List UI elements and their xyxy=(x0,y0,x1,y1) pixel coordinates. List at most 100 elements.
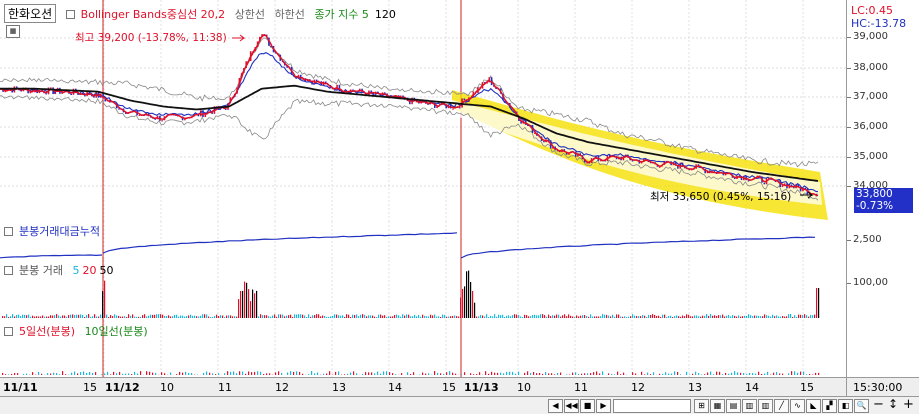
volume-bar xyxy=(368,315,369,318)
zoom-tool-icon[interactable]: ⊞ xyxy=(694,399,709,413)
bar-tool-icon[interactable]: ▥ xyxy=(758,399,773,413)
area-tool-icon[interactable]: ◣ xyxy=(806,399,821,413)
ma5-label[interactable]: 5일선(분봉) xyxy=(19,325,75,338)
volume-bar xyxy=(136,317,137,318)
ma-bar xyxy=(545,372,546,375)
ma-bar xyxy=(794,371,795,375)
ma-bar xyxy=(800,372,801,375)
ma-bar xyxy=(65,374,66,375)
volume-bar xyxy=(306,317,307,318)
ma-bar xyxy=(752,373,753,375)
volume-bar xyxy=(474,303,475,318)
volume-bar xyxy=(468,271,469,318)
ma-bar xyxy=(701,374,702,375)
ma-bar xyxy=(575,372,576,375)
candle xyxy=(764,183,766,185)
ma-bar xyxy=(257,371,258,375)
checkbox-icon[interactable] xyxy=(66,10,75,19)
volume-bar xyxy=(788,314,789,318)
volume-bar xyxy=(296,315,297,319)
zoom-in-icon[interactable]: + xyxy=(903,397,914,412)
candle xyxy=(161,120,163,121)
volume-bar xyxy=(48,317,49,319)
checkbox-icon[interactable] xyxy=(4,227,13,236)
bb-lower-label[interactable]: 하한선 xyxy=(275,8,305,21)
layout-tool-icon[interactable]: ▤ xyxy=(726,399,741,413)
reset-zoom-icon[interactable]: ↕ xyxy=(888,397,898,411)
volume-p3[interactable]: 50 xyxy=(99,264,113,277)
volume-bar xyxy=(214,316,215,318)
close-index-value[interactable]: 120 xyxy=(375,8,396,21)
x-label: 11/11 xyxy=(3,381,38,394)
volume-bar xyxy=(238,299,239,318)
ma-bar xyxy=(227,371,228,375)
volume-bar xyxy=(266,315,267,318)
ma10-label[interactable]: 10일선(분봉) xyxy=(85,325,148,338)
bb-upper-label[interactable]: 상한선 xyxy=(235,8,265,21)
candle xyxy=(659,167,661,168)
grid-icon[interactable]: ▦ xyxy=(6,25,20,38)
chart-toolbar: ◀ ◀◀ ■ ▶ ⊞ ▦ ▤ ▥ ▥ ╱ ∿ ◣ ▞ ◧ 🔍 − ↕ + xyxy=(0,396,919,414)
ma-bar xyxy=(296,371,297,375)
volume-bar xyxy=(232,316,233,318)
magnifier-icon[interactable]: 🔍 xyxy=(854,399,869,413)
volume-bar xyxy=(668,316,669,318)
ma-panel[interactable]: 5일선(분봉) 10일선(분봉) xyxy=(0,320,846,378)
price-chart-panel[interactable]: 한화오션 Bollinger Bands중심선 20,2 상한선 하한선 종가 … xyxy=(0,0,846,222)
ma-bar xyxy=(692,374,693,375)
volume-bar xyxy=(288,315,289,318)
ma-bar xyxy=(110,374,111,375)
x-label: 13 xyxy=(332,381,346,394)
volume-bar xyxy=(140,317,141,318)
volume-bar xyxy=(434,315,435,319)
volume-bar xyxy=(598,317,599,319)
bb-center-label[interactable]: Bollinger Bands중심선 20,2 xyxy=(81,8,226,21)
volume-bar xyxy=(514,314,515,318)
checkbox-icon[interactable] xyxy=(4,266,13,275)
time-readout: 15:30:00 xyxy=(853,381,902,394)
volume-bar xyxy=(328,317,329,318)
checkbox-icon[interactable] xyxy=(4,327,13,336)
ma-bar xyxy=(500,373,501,375)
cumulative-panel[interactable]: 분봉거래대금누적 xyxy=(0,221,846,261)
volume-panel[interactable]: 분봉 거래 52050 xyxy=(0,260,846,321)
scroll-left-icon[interactable]: ◀ xyxy=(548,399,563,413)
volume-p1[interactable]: 5 xyxy=(72,264,79,277)
volume-bar xyxy=(318,314,319,318)
volume-bar xyxy=(90,317,91,318)
ma-bar xyxy=(203,373,204,375)
play-icon[interactable]: ▶ xyxy=(596,399,611,413)
volume-bar xyxy=(776,315,777,318)
scroll-track[interactable] xyxy=(613,399,691,413)
volume-bar xyxy=(664,315,665,318)
volume-bar xyxy=(286,316,287,318)
stock-title[interactable]: 한화오션 xyxy=(4,4,56,23)
zoom-out-icon[interactable]: − xyxy=(873,397,884,412)
wave-tool-icon[interactable]: ∿ xyxy=(790,399,805,413)
volume-chart xyxy=(0,260,846,320)
scale-tool-icon[interactable]: ◧ xyxy=(838,399,853,413)
cumulative-title[interactable]: 분봉거래대금누적 xyxy=(19,225,100,238)
stop-icon[interactable]: ■ xyxy=(580,399,595,413)
ma-bar xyxy=(188,373,189,375)
volume-bar xyxy=(742,316,743,318)
volume-bar xyxy=(160,314,161,318)
volume-p2[interactable]: 20 xyxy=(82,264,96,277)
volume-title[interactable]: 분봉 거래 xyxy=(19,264,63,277)
volume-bar xyxy=(444,315,445,318)
volume-bar xyxy=(608,316,609,318)
volume-bar xyxy=(172,316,173,318)
volume-bar xyxy=(260,314,261,318)
grid-tool-icon[interactable]: ▦ xyxy=(710,399,725,413)
volume-bar xyxy=(716,316,717,318)
chart-tool-icon[interactable]: ▞ xyxy=(822,399,837,413)
line-tool-icon[interactable]: ╱ xyxy=(774,399,789,413)
close-index-label[interactable]: 종가 지수 5 xyxy=(314,8,368,21)
volume-bar xyxy=(316,314,317,318)
rewind-icon[interactable]: ◀◀ xyxy=(564,399,579,413)
ma-bar xyxy=(302,374,303,375)
volume-bar xyxy=(684,316,685,318)
ma-bar xyxy=(263,374,264,375)
candle-tool-icon[interactable]: ▥ xyxy=(742,399,757,413)
volume-bar xyxy=(560,317,561,318)
